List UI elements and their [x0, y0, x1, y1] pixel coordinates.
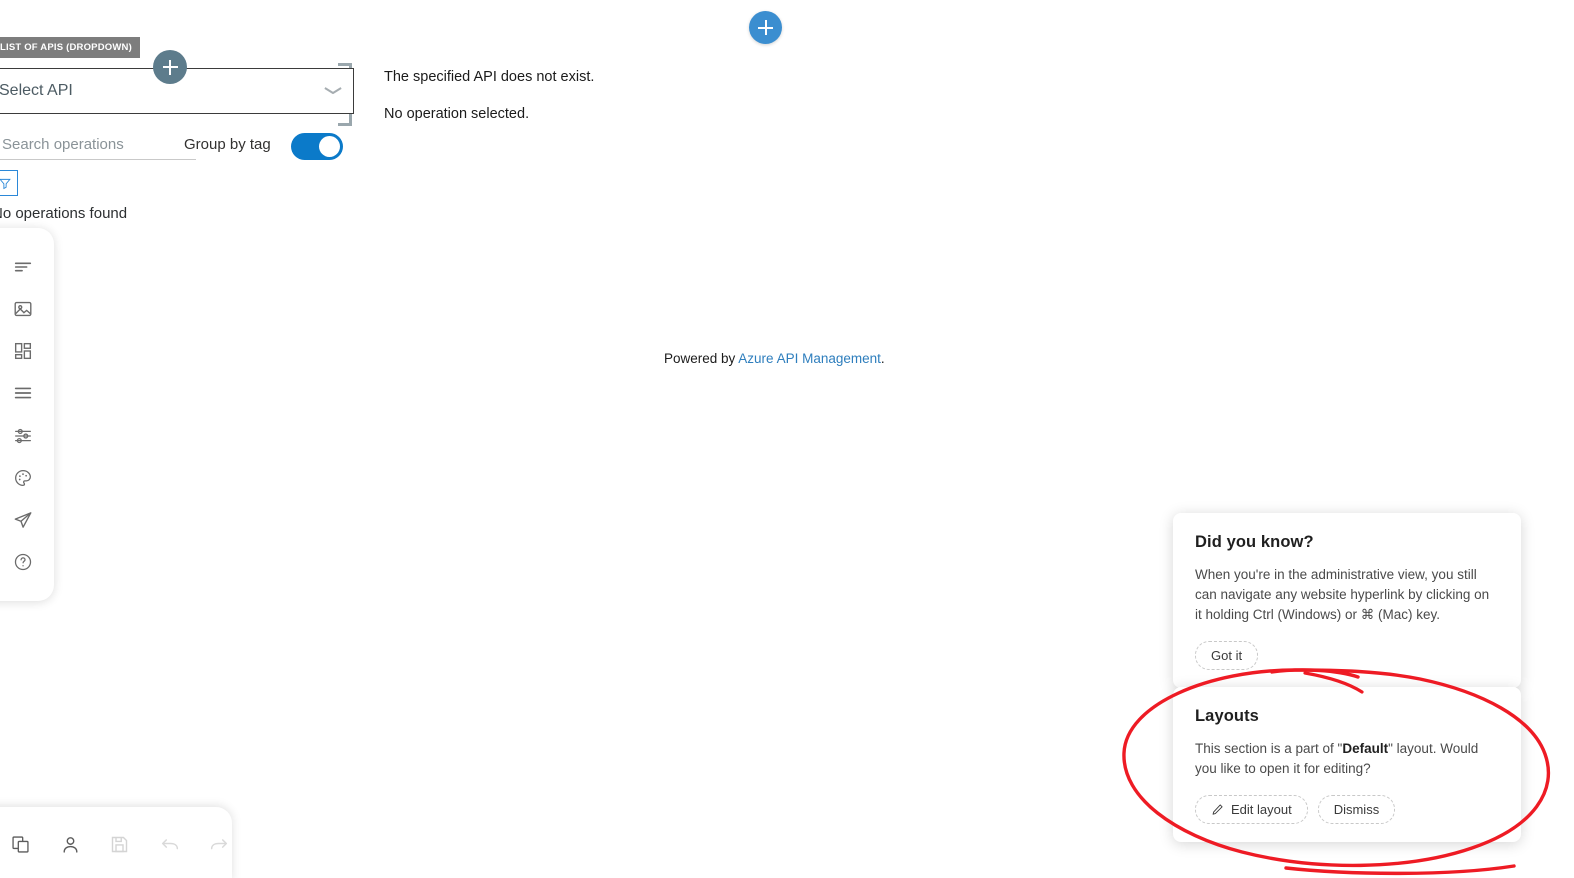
widgets-icon: [14, 343, 32, 360]
help-icon: [14, 553, 32, 571]
api-select-value: Select API: [0, 82, 73, 99]
plus-icon: [758, 20, 773, 35]
undo-button[interactable]: [157, 829, 183, 861]
user-profile-button[interactable]: [58, 829, 84, 861]
layouts-body-prefix: This section is a part of ": [1195, 741, 1343, 756]
layouts-body-layout-name: Default: [1342, 741, 1389, 756]
sidebar-item-navigation[interactable]: [2, 372, 44, 414]
azure-apim-link[interactable]: Azure API Management: [738, 351, 881, 366]
layouts-body: This section is a part of "Default" layo…: [1195, 739, 1499, 779]
admin-sidebar-rail: [0, 228, 54, 601]
layouts-actions: Edit layout Dismiss: [1195, 795, 1499, 824]
group-by-tag-label: Group by tag: [184, 136, 271, 153]
filter-icon: [0, 178, 11, 189]
admin-bottom-toolbar: [0, 807, 232, 878]
user-icon: [63, 837, 78, 853]
sidebar-item-widgets[interactable]: [2, 330, 44, 372]
group-by-tag-toggle[interactable]: [291, 133, 343, 160]
api-not-exist-message: The specified API does not exist.: [384, 69, 595, 85]
redo-button[interactable]: [206, 829, 232, 861]
edit-layout-label: Edit layout: [1231, 802, 1292, 817]
plus-icon: [162, 59, 178, 75]
no-operation-selected-message: No operation selected.: [384, 106, 530, 122]
navigation-icon: [14, 388, 32, 399]
redo-icon: [211, 838, 228, 849]
no-operations-message: No operations found: [0, 205, 128, 222]
duplicate-button[interactable]: [8, 829, 34, 861]
duplicate-icon: [12, 836, 29, 853]
did-you-know-body: When you're in the administrative view, …: [1195, 567, 1490, 622]
sidebar-item-pages[interactable]: [2, 246, 44, 288]
dismiss-button[interactable]: Dismiss: [1317, 795, 1396, 824]
media-icon: [14, 302, 32, 317]
sidebar-item-settings[interactable]: [2, 415, 44, 457]
powered-by-suffix: .: [880, 351, 885, 366]
save-icon: [112, 836, 128, 853]
toggle-knob: [319, 136, 340, 157]
pages-icon: [14, 262, 32, 272]
sidebar-item-media[interactable]: [2, 288, 44, 330]
save-button[interactable]: [107, 829, 133, 861]
sidebar-item-styles[interactable]: [2, 457, 44, 499]
app-root: LIST OF APIS (DROPDOWN) Select API Group…: [0, 0, 1574, 878]
dismiss-label: Dismiss: [1333, 802, 1380, 817]
powered-by-prefix: Powered by: [664, 351, 739, 366]
did-you-know-card: Did you know? When you're in the adminis…: [1173, 513, 1521, 688]
filter-button[interactable]: [0, 170, 18, 196]
edit-layout-button[interactable]: Edit layout: [1195, 795, 1308, 824]
search-operations-field[interactable]: [0, 130, 196, 160]
settings-icon: [15, 428, 31, 443]
got-it-label: Got it: [1211, 648, 1243, 663]
selection-bracket-bottom-right: [338, 112, 352, 126]
add-widget-button-inline[interactable]: [153, 50, 187, 84]
powered-by-footer: Powered by Azure API Management.: [664, 351, 885, 366]
did-you-know-actions: Got it: [1195, 641, 1499, 670]
sidebar-item-help[interactable]: [2, 541, 44, 583]
add-widget-button-top[interactable]: [749, 11, 782, 44]
undo-icon: [161, 838, 178, 849]
did-you-know-title: Did you know?: [1195, 533, 1314, 551]
styles-palette-icon: [15, 469, 31, 486]
widget-label-chip: LIST OF APIS (DROPDOWN): [0, 37, 140, 58]
publish-icon: [14, 511, 32, 528]
chevron-down-icon: [325, 87, 341, 96]
got-it-button[interactable]: Got it: [1195, 641, 1259, 670]
pencil-icon: [1212, 804, 1223, 815]
layouts-title: Layouts: [1195, 707, 1259, 725]
operations-filter-row: Group by tag: [0, 130, 348, 162]
layouts-card: Layouts This section is a part of "Defau…: [1173, 687, 1521, 842]
sidebar-item-publish[interactable]: [2, 499, 44, 541]
search-input[interactable]: [2, 136, 172, 153]
